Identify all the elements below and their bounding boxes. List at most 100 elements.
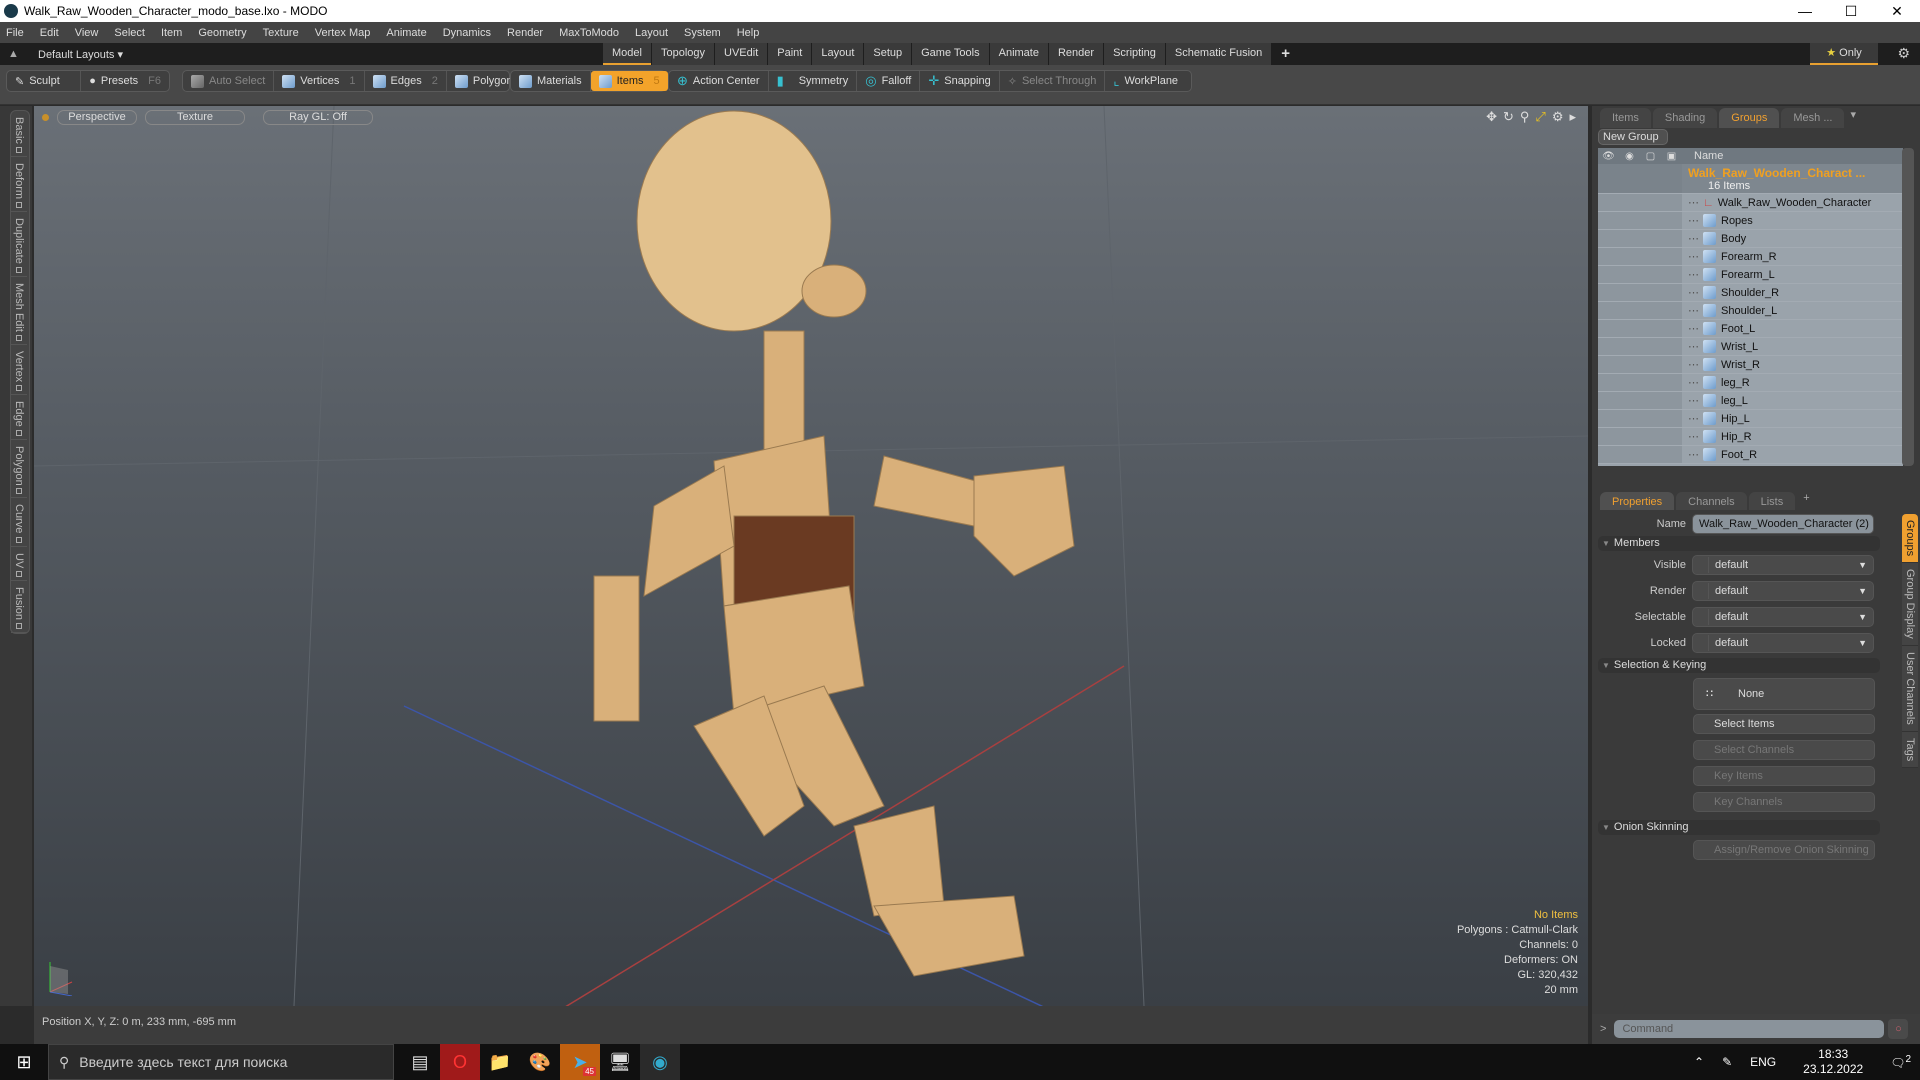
- falloff-button[interactable]: ◎ Falloff: [857, 71, 921, 91]
- tab-lists[interactable]: Lists: [1748, 492, 1796, 510]
- name-field[interactable]: Walk_Raw_Wooden_Character (2): [1692, 514, 1874, 534]
- tab-render[interactable]: Render: [1048, 43, 1104, 65]
- auto-select-button[interactable]: Auto Select: [183, 71, 275, 91]
- assign-onion-skinning-button[interactable]: Assign/Remove Onion Skinning: [1693, 840, 1875, 860]
- add-properties-tab-button[interactable]: +: [1803, 492, 1809, 510]
- modo-taskbar-icon[interactable]: ◉: [640, 1044, 680, 1080]
- notifications-icon[interactable]: 🗨2: [1890, 1054, 1911, 1070]
- shading-mode-button[interactable]: Texture: [145, 109, 245, 125]
- visible-dropdown[interactable]: default ▼: [1692, 555, 1874, 575]
- tab-properties[interactable]: Properties: [1600, 492, 1675, 510]
- tab-items[interactable]: Items: [1600, 108, 1651, 128]
- maximize-button[interactable]: ☐: [1828, 0, 1874, 22]
- paint-icon[interactable]: 🎨: [520, 1044, 560, 1080]
- tab-animate[interactable]: Animate: [989, 43, 1048, 65]
- side-tab-groups[interactable]: Groups: [1902, 514, 1918, 564]
- key-items-button[interactable]: Key Items: [1693, 766, 1875, 786]
- tab-shading[interactable]: Shading: [1652, 108, 1718, 128]
- left-tab-mesh-edit[interactable]: Mesh Edit: [11, 277, 27, 345]
- select-items-button[interactable]: Select Items: [1693, 714, 1875, 734]
- left-tab-uv[interactable]: UV: [11, 547, 27, 582]
- menu-edit[interactable]: Edit: [40, 27, 59, 39]
- render-dropdown[interactable]: default ▼: [1692, 581, 1874, 601]
- menu-file[interactable]: File: [6, 27, 24, 39]
- select-through-button[interactable]: ✧ Select Through: [1000, 71, 1106, 91]
- tab-groups[interactable]: Groups: [1719, 108, 1780, 128]
- clock[interactable]: 18:33 23.12.2022: [1794, 1047, 1872, 1077]
- tab-setup[interactable]: Setup: [864, 43, 912, 65]
- tab-uvedit[interactable]: UVEdit: [715, 43, 768, 65]
- vertices-button[interactable]: Vertices 1: [274, 71, 365, 91]
- menu-view[interactable]: View: [75, 27, 99, 39]
- new-group-button[interactable]: New Group: [1598, 129, 1668, 145]
- default-layouts-dropdown[interactable]: Default Layouts ▾: [38, 48, 123, 61]
- members-section[interactable]: ▼ Members: [1598, 536, 1880, 551]
- tab-layout[interactable]: Layout: [812, 43, 864, 65]
- only-favorites-button[interactable]: ★ Only: [1810, 43, 1878, 65]
- viewport-options-dot[interactable]: [42, 113, 49, 121]
- menu-maxtomodo[interactable]: MaxToModo: [559, 27, 619, 39]
- layout-up-icon[interactable]: ▲: [8, 48, 22, 60]
- close-button[interactable]: ✕: [1874, 0, 1920, 22]
- action-center-button[interactable]: ⊕ Action Center: [669, 71, 769, 91]
- tab-model[interactable]: Model: [603, 43, 651, 65]
- onion-skinning-section[interactable]: ▼ Onion Skinning: [1598, 820, 1880, 835]
- list-item[interactable]: ⋯ leg_R: [1598, 374, 1903, 392]
- minimize-button[interactable]: —: [1782, 0, 1828, 22]
- gear-icon[interactable]: ⚙: [1897, 45, 1910, 62]
- raygl-button[interactable]: Ray GL: Off: [263, 109, 373, 125]
- telegram-icon[interactable]: ➤ 45: [560, 1044, 600, 1080]
- edges-button[interactable]: Edges 2: [365, 71, 447, 91]
- tab-topology[interactable]: Topology: [651, 43, 715, 65]
- list-item[interactable]: ⋯ Hip_R: [1598, 428, 1903, 446]
- select-channels-button[interactable]: Select Channels: [1693, 740, 1875, 760]
- menu-texture[interactable]: Texture: [263, 27, 299, 39]
- menu-select[interactable]: Select: [114, 27, 145, 39]
- left-tab-vertex[interactable]: Vertex: [11, 345, 27, 395]
- materials-button[interactable]: Materials: [511, 71, 591, 91]
- tray-expand-icon[interactable]: ⌃: [1694, 1055, 1704, 1069]
- list-item[interactable]: ⋯ Ropes: [1598, 212, 1903, 230]
- tab-mesh[interactable]: Mesh ...: [1781, 108, 1845, 128]
- menu-geometry[interactable]: Geometry: [198, 27, 246, 39]
- list-item[interactable]: ⋯ leg_L: [1598, 392, 1903, 410]
- list-item[interactable]: ⋯ Body: [1598, 230, 1903, 248]
- list-item[interactable]: ⋯ Foot_R: [1598, 446, 1903, 464]
- menu-animate[interactable]: Animate: [386, 27, 426, 39]
- key-channels-button[interactable]: Key Channels: [1693, 792, 1875, 812]
- groups-scrollbar[interactable]: [1902, 148, 1914, 466]
- tabs-dropdown-icon[interactable]: ▾: [1850, 108, 1856, 128]
- menu-layout[interactable]: Layout: [635, 27, 668, 39]
- snapping-button[interactable]: ✛ Snapping: [920, 71, 1000, 91]
- monitor-icon[interactable]: 🖥: [600, 1044, 640, 1080]
- record-macro-icon[interactable]: ○: [1888, 1019, 1909, 1039]
- list-item[interactable]: ⋯ Hip_L: [1598, 410, 1903, 428]
- file-explorer-icon[interactable]: 📁: [480, 1044, 520, 1080]
- group-row[interactable]: Walk_Raw_Wooden_Charact ... 16 Items: [1598, 164, 1903, 194]
- locked-dropdown[interactable]: default ▼: [1692, 633, 1874, 653]
- left-tab-polygon[interactable]: Polygon: [11, 440, 27, 499]
- pen-icon[interactable]: ✎: [1722, 1055, 1732, 1069]
- menu-item[interactable]: Item: [161, 27, 182, 39]
- zoom-icon[interactable]: ⚲: [1520, 109, 1530, 125]
- hierarchy-mode-button[interactable]: ∷ None: [1693, 678, 1875, 710]
- side-tab-tags[interactable]: Tags: [1902, 731, 1918, 768]
- left-tab-duplicate[interactable]: Duplicate: [11, 212, 27, 277]
- task-view-icon[interactable]: ▤: [400, 1044, 440, 1080]
- list-item[interactable]: ⋯ Forearm_L: [1598, 266, 1903, 284]
- add-tab-button[interactable]: +: [1272, 43, 1299, 65]
- command-input[interactable]: Command: [1614, 1020, 1885, 1038]
- list-item[interactable]: ⋯ Foot_L: [1598, 320, 1903, 338]
- selection-keying-section[interactable]: ▼ Selection & Keying: [1598, 658, 1880, 673]
- view-type-button[interactable]: Perspective: [57, 109, 137, 125]
- 3d-viewport[interactable]: Perspective Texture Ray GL: Off ✥ ↻ ⚲ ⤢ …: [34, 106, 1588, 1006]
- presets-button[interactable]: ● Presets F6: [81, 71, 169, 91]
- tab-paint[interactable]: Paint: [768, 43, 812, 65]
- list-item[interactable]: ⋯ Wrist_R: [1598, 356, 1903, 374]
- list-item[interactable]: ⋯ Wrist_L: [1598, 338, 1903, 356]
- left-tab-basic[interactable]: Basic: [11, 111, 27, 157]
- list-item[interactable]: ⋯ Shoulder_R: [1598, 284, 1903, 302]
- menu-vertex-map[interactable]: Vertex Map: [315, 27, 371, 39]
- tab-game-tools[interactable]: Game Tools: [912, 43, 989, 65]
- name-column-header[interactable]: Name: [1694, 150, 1723, 162]
